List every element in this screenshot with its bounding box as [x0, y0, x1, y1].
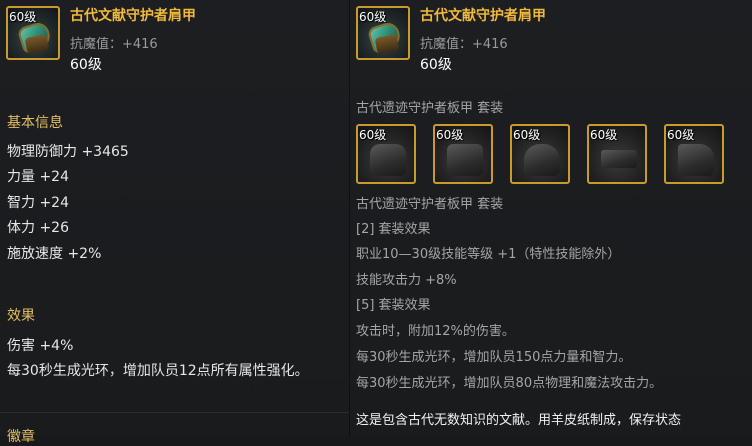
set-bonus-skill-attack: 技能攻击力 +8%	[356, 273, 457, 288]
item-name: 古代文献守护者肩甲	[70, 8, 196, 24]
item-description: 这是包含古代无数知识的文献。用羊皮纸制成，保存状态	[356, 413, 682, 428]
set-header-2: 古代遗迹守护者板甲 套装	[356, 197, 504, 212]
set-header: 古代遗迹守护者板甲 套装	[356, 101, 504, 116]
required-level: 60级	[420, 57, 452, 73]
leg-armor-icon[interactable]: 60级	[433, 124, 493, 184]
shoulder-armor-icon[interactable]: 60级	[510, 124, 570, 184]
effect-damage: 伤害 +4%	[7, 338, 74, 354]
level-badge: 60级	[359, 10, 387, 24]
stat-vitality: 体力 +26	[7, 220, 69, 236]
piece-level-badge: 60级	[513, 128, 541, 142]
effect-title: 效果	[7, 308, 35, 324]
set-bonus-5-title: [5] 套装效果	[356, 298, 431, 313]
chest-armor-icon[interactable]: 60级	[356, 124, 416, 184]
belt-armor-icon[interactable]: 60级	[587, 124, 647, 184]
piece-level-badge: 60级	[590, 128, 618, 142]
set-bonus-aura-attack: 每30秒生成光环，增加队员80点物理和魔法攻击力。	[356, 376, 663, 391]
effect-aura: 每30秒生成光环，增加队员12点所有属性强化。	[7, 363, 309, 379]
piece-level-badge: 60级	[436, 128, 464, 142]
level-badge: 60级	[9, 10, 37, 24]
piece-level-badge: 60级	[667, 128, 695, 142]
stat-intelligence: 智力 +24	[7, 195, 69, 211]
stat-cast-speed: 施放速度 +2%	[7, 246, 102, 262]
set-bonus-aura-str-int: 每30秒生成光环，增加队员150点力量和智力。	[356, 350, 632, 365]
divider	[0, 412, 349, 413]
stat-physical-defense: 物理防御力 +3465	[7, 144, 129, 160]
stat-strength: 力量 +24	[7, 169, 69, 185]
piece-level-badge: 60级	[359, 128, 387, 142]
basic-info-title: 基本信息	[7, 115, 63, 131]
magic-resist-attr: 抗魔值：+416	[70, 37, 158, 52]
set-bonus-2-title: [2] 套装效果	[356, 222, 431, 237]
boots-armor-icon[interactable]: 60级	[664, 124, 724, 184]
shoulder-armor-icon[interactable]: 60级	[6, 6, 60, 60]
item-name: 古代文献守护者肩甲	[420, 8, 546, 24]
shoulder-armor-icon[interactable]: 60级	[356, 6, 410, 60]
item-tooltip-right: 60级 古代文献守护者肩甲 抗魔值：+416 60级 古代遗迹守护者板甲 套装 …	[350, 0, 752, 436]
required-level: 60级	[70, 57, 102, 73]
set-bonus-skill-level: 职业10—30级技能等级 +1（特性技能除外）	[356, 247, 621, 262]
magic-resist-attr: 抗魔值：+416	[420, 37, 508, 52]
item-tooltip-left: 60级 古代文献守护者肩甲 抗魔值：+416 60级 基本信息 物理防御力 +3…	[0, 0, 350, 445]
set-bonus-extra-damage: 攻击时，附加12%的伤害。	[356, 324, 515, 339]
emblem-title: 徽章	[7, 429, 35, 445]
